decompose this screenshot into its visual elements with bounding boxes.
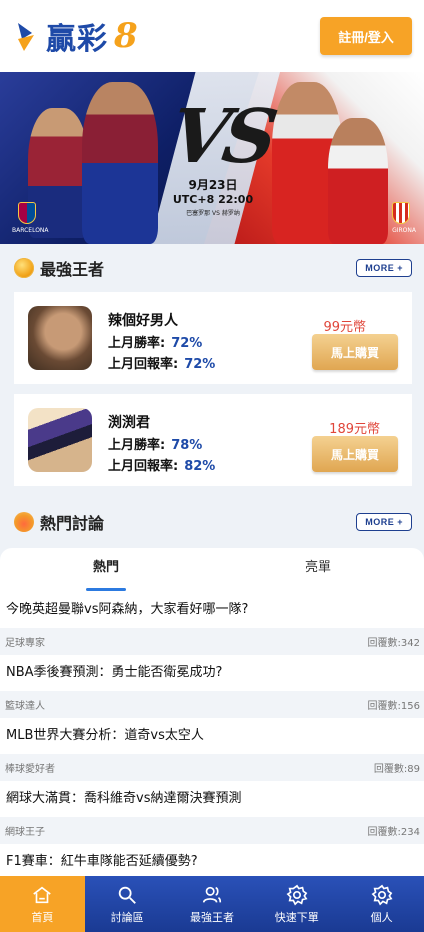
post-title[interactable]: 網球大滿貫：喬科維奇vs納達爾決賽預測 [0,781,424,817]
gear-icon [371,884,393,906]
nav-label: 首頁 [31,910,54,924]
nav-label: 討論區 [110,910,144,924]
return-rate-label: 上月回報率: [108,357,179,372]
nav-label: 最強王者 [189,910,234,924]
logo-mark-icon [18,23,34,51]
right-club-label: GIRONA [392,227,416,234]
section-title: 最強王者 [40,260,105,279]
win-rate-stat: 上月勝率: 72% [108,332,202,351]
player-image [82,82,158,244]
nav-forum[interactable]: 討論區 [85,876,170,932]
avatar [28,306,92,370]
player-image [28,108,88,238]
post-author: 足球專家 [5,638,45,649]
match-teams: 巴塞罗那 VS 赫罗纳 [186,210,240,217]
price: 189元幣 [329,422,380,437]
tab-hot[interactable]: 熱門 [0,548,212,592]
return-rate-stat: 上月回報率: 72% [108,353,215,372]
nav-quick-order[interactable]: 快速下單 [254,876,339,932]
logo[interactable]: 贏彩 8 [14,14,138,58]
nav-label: 個人 [370,910,393,924]
win-rate-value: 72% [171,336,203,351]
post-title[interactable]: NBA季後賽預測：勇士能否衛冕成功? [0,655,424,691]
match-banner[interactable]: VS 9月23日 UTC+8 22:00 巴塞罗那 VS 赫罗纳 BARCELO… [0,72,424,244]
tab-show-bets[interactable]: 亮單 [212,548,424,592]
register-login-button[interactable]: 註冊/登入 [320,17,412,55]
medal-icon [14,258,34,278]
return-rate-value: 82% [184,459,216,474]
king-name: 渕渕君 [108,415,150,431]
avatar [28,408,92,472]
vs-text: VS [165,94,277,180]
home-icon [33,886,52,903]
active-tab-indicator [86,588,126,591]
win-rate-stat: 上月勝率: 78% [108,434,202,453]
win-rate-value: 78% [171,438,203,453]
post-title[interactable]: MLB世界大賽分析：道奇vs太空人 [0,718,424,754]
post-replies: 回覆數:156 [367,701,420,712]
nav-home[interactable]: 首頁 [0,876,85,932]
bottom-nav: 首頁 討論區 最強王者 快速下單 個人 [0,876,424,932]
girona-crest-icon [392,202,410,224]
list-item[interactable]: 今晚英超曼聯vs阿森納，大家看好哪一隊? 足球專家 回覆數:342 [0,592,424,655]
post-author: 網球王子 [5,827,45,838]
discussion-more-button[interactable]: MORE + [356,513,412,531]
post-title[interactable]: 今晚英超曼聯vs阿森納，大家看好哪一隊? [0,592,424,628]
nav-label: 快速下單 [274,910,319,924]
list-item[interactable]: 網球大滿貫：喬科維奇vs納達爾決賽預測 網球王子 回覆數:234 [0,781,424,844]
nav-top-kings[interactable]: 最強王者 [170,876,255,932]
search-icon [118,886,137,904]
list-item[interactable]: MLB世界大賽分析：道奇vs太空人 棒球愛好者 回覆數:89 [0,718,424,781]
return-rate-label: 上月回報率: [108,459,179,474]
post-replies: 回覆數:89 [373,764,420,775]
kings-section-header: 最強王者 MORE + [0,244,424,292]
player-image [328,118,388,244]
return-rate-value: 72% [184,357,216,372]
win-rate-label: 上月勝率: [108,336,166,351]
match-date: 9月23日 [188,178,238,192]
post-replies: 回覆數:342 [367,638,420,649]
post-author: 籃球達人 [5,701,45,712]
price: 99元幣 [323,320,366,335]
return-rate-stat: 上月回報率: 82% [108,455,215,474]
app-header: 贏彩 8 註冊/登入 [0,0,424,72]
match-info: 9月23日 UTC+8 22:00 巴塞罗那 VS 赫罗纳 [168,176,258,217]
logo-text: 贏彩 [46,22,108,57]
logo-number: 8 [114,16,138,56]
fire-icon [14,512,34,532]
gear-icon [286,884,308,906]
post-replies: 回覆數:234 [367,827,420,838]
list-item[interactable]: F1賽車：紅牛車隊能否延續優勢? [0,844,424,880]
nav-profile[interactable]: 個人 [339,876,424,932]
left-club-label: BARCELONA [12,227,49,234]
king-card[interactable]: 渕渕君 上月勝率: 78% 上月回報率: 82% 189元幣 馬上購買 [14,394,412,486]
discussion-section-header: 熱門討論 MORE + [0,496,424,548]
match-time: UTC+8 22:00 [172,193,254,206]
buy-now-button[interactable]: 馬上購買 [312,436,398,472]
king-card[interactable]: 辣個好男人 上月勝率: 72% 上月回報率: 72% 99元幣 馬上購買 [14,292,412,384]
post-title[interactable]: F1賽車：紅牛車隊能否延續優勢? [0,844,424,880]
kings-more-button[interactable]: MORE + [356,259,412,277]
king-name: 辣個好男人 [108,313,178,329]
section-title: 熱門討論 [40,514,105,533]
buy-now-button[interactable]: 馬上購買 [312,334,398,370]
post-author: 棒球愛好者 [5,764,55,775]
users-icon [202,886,222,903]
win-rate-label: 上月勝率: [108,438,166,453]
barcelona-crest-icon [18,202,36,224]
discussion-tabs: 熱門 亮單 [0,548,424,592]
list-item[interactable]: NBA季後賽預測：勇士能否衛冕成功? 籃球達人 回覆數:156 [0,655,424,718]
